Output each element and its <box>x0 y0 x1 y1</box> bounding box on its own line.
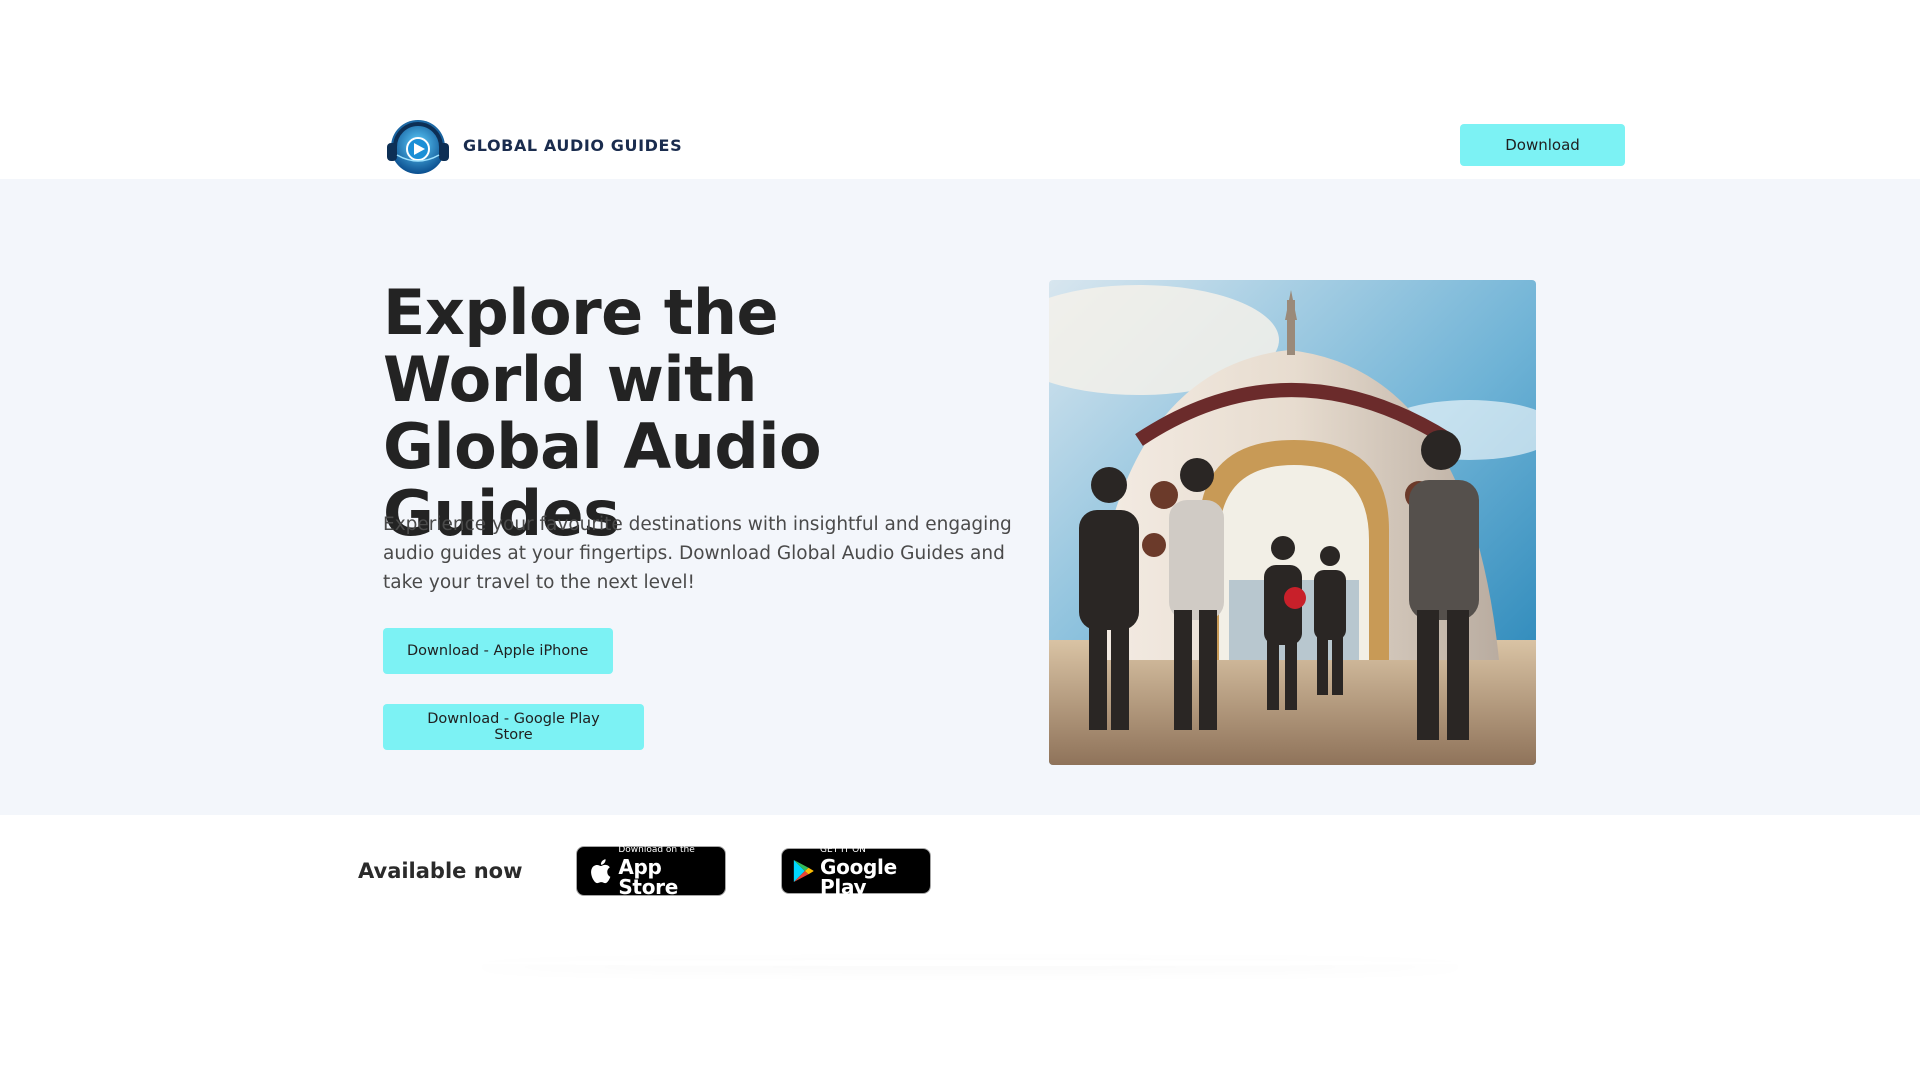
google-play-small-text: GET IT ON <box>820 844 866 855</box>
google-play-badge[interactable]: GET IT ON Google Play <box>781 844 931 899</box>
google-play-icon <box>793 859 814 883</box>
brand-name: GLOBAL AUDIO GUIDES <box>463 135 683 155</box>
header-download-button[interactable]: Download <box>1460 124 1625 166</box>
headphones-play-globe-icon <box>387 120 449 174</box>
apple-icon <box>591 859 611 884</box>
app-store-big-text: App Store <box>618 854 678 899</box>
download-google-play-button[interactable]: Download - Google Play Store <box>383 704 644 750</box>
google-play-big-text: Google Play <box>820 854 897 899</box>
app-store-small-text: Download on the <box>618 844 695 855</box>
travelers-landmark-photo <box>1049 280 1536 765</box>
section-divider <box>470 960 1470 966</box>
available-now-label: Available now <box>358 859 523 883</box>
app-store-badge[interactable]: Download on the App Store <box>576 844 726 899</box>
site-header: GLOBAL AUDIO GUIDES Download <box>0 0 1920 179</box>
download-apple-iphone-button[interactable]: Download - Apple iPhone <box>383 628 613 674</box>
available-now-section: Available now Download on the App Store … <box>0 815 1920 920</box>
hero-title: Explore the World with Global Audio Guid… <box>383 276 822 550</box>
hero-section: Explore the World with Global Audio Guid… <box>0 179 1920 815</box>
hero-image <box>1049 280 1536 765</box>
hero-description: Experience your favourite destinations w… <box>383 514 1012 593</box>
brand-logo[interactable]: GLOBAL AUDIO GUIDES <box>383 111 682 179</box>
